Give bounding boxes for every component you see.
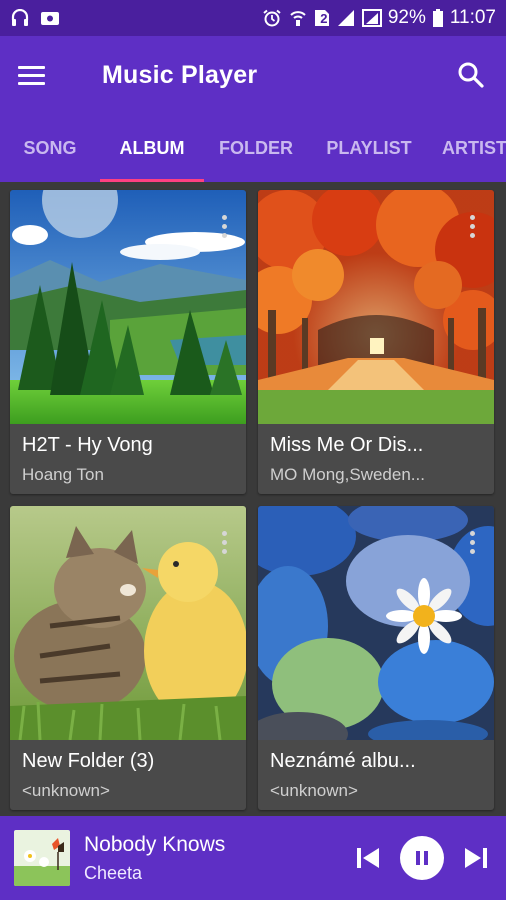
album-info: Miss Me Or Dis... MO Mong,Sweden... — [258, 424, 494, 494]
alarm-icon — [262, 9, 282, 27]
status-bar: 2 92% 11:07 — [0, 0, 506, 36]
now-playing-art-image — [14, 830, 70, 886]
album-title: New Folder (3) — [22, 750, 155, 772]
now-playing-artist: Cheeta — [84, 862, 143, 883]
signal-icon — [336, 9, 356, 27]
album-more-button[interactable] — [462, 528, 482, 556]
more-vert-icon-dot — [221, 548, 227, 554]
battery-percent: 92% — [387, 7, 426, 28]
album-artist: <unknown> — [270, 781, 358, 800]
search-icon — [458, 62, 484, 88]
pause-button[interactable] — [400, 836, 444, 880]
album-art-kitten-duckling — [10, 506, 246, 740]
more-vert-icon — [469, 530, 475, 536]
album-card[interactable]: Neznámé albu... <unknown> — [258, 506, 494, 810]
more-vert-icon-dot — [221, 223, 227, 229]
album-grid: H2T - Hy Vong Hoang Ton Miss Me Or Dis..… — [0, 182, 506, 816]
album-more-button[interactable] — [462, 212, 482, 240]
hamburger-icon-line — [18, 81, 45, 85]
tab-playlist[interactable]: PLAYLIST — [308, 114, 430, 182]
pause-icon — [416, 851, 428, 865]
album-info: Neznámé albu... <unknown> — [258, 740, 494, 810]
status-right-icons: 2 92% 11:07 — [262, 7, 496, 29]
more-vert-icon-dot — [221, 232, 227, 238]
album-card[interactable]: New Folder (3) <unknown> — [10, 506, 246, 810]
album-art-landscape — [10, 190, 246, 424]
more-vert-icon-dot — [221, 539, 227, 545]
album-artist: Hoang Ton — [22, 465, 104, 484]
wifi-calling-icon — [288, 9, 308, 27]
tab-artist[interactable]: ARTIST — [430, 114, 506, 182]
more-vert-icon-dot — [469, 539, 475, 545]
signal-r-icon — [361, 9, 382, 27]
headset-icon — [10, 9, 30, 27]
tab-label: PLAYLIST — [326, 137, 412, 158]
search-button[interactable] — [454, 58, 488, 92]
album-art-pebbles-daisy — [258, 506, 494, 740]
more-vert-icon-dot — [469, 232, 475, 238]
album-info: H2T - Hy Vong Hoang Ton — [10, 424, 246, 494]
app-bar: Music Player — [0, 36, 506, 114]
status-left-icons — [10, 9, 60, 27]
tab-label: ARTIST — [442, 137, 506, 158]
tab-folder[interactable]: FOLDER — [204, 114, 308, 182]
clock: 11:07 — [449, 7, 496, 28]
now-playing-art[interactable] — [14, 830, 70, 886]
now-playing-text[interactable]: Nobody Knows Cheeta — [84, 833, 225, 884]
skip-next-icon — [465, 848, 487, 868]
album-artist: <unknown> — [22, 781, 110, 800]
more-vert-icon-dot — [469, 548, 475, 554]
album-title: Neznámé albu... — [270, 750, 416, 772]
now-playing-bar[interactable]: Nobody Knows Cheeta — [0, 816, 506, 900]
hamburger-icon — [18, 65, 45, 69]
now-playing-title: Nobody Knows — [84, 832, 226, 856]
image-notification-icon — [40, 9, 60, 27]
skip-previous-icon — [357, 848, 379, 868]
more-vert-icon — [221, 530, 227, 536]
tab-label: SONG — [23, 137, 77, 158]
album-card[interactable]: H2T - Hy Vong Hoang Ton — [10, 190, 246, 494]
tab-bar: SONG ALBUM FOLDER PLAYLIST ARTIST — [0, 114, 506, 182]
next-button[interactable] — [458, 840, 494, 876]
tab-album[interactable]: ALBUM — [100, 114, 204, 182]
album-more-button[interactable] — [214, 528, 234, 556]
battery-icon — [432, 9, 444, 27]
previous-button[interactable] — [350, 840, 386, 876]
playback-controls — [350, 836, 494, 880]
album-info: New Folder (3) <unknown> — [10, 740, 246, 810]
album-more-button[interactable] — [214, 212, 234, 240]
menu-button[interactable] — [18, 58, 52, 92]
tab-label: FOLDER — [219, 137, 293, 158]
more-vert-icon — [221, 214, 227, 220]
tab-label: ALBUM — [119, 137, 185, 158]
hamburger-icon-line — [18, 73, 45, 77]
more-vert-icon — [469, 214, 475, 220]
album-title: Miss Me Or Dis... — [270, 434, 424, 456]
album-artist: MO Mong,Sweden... — [270, 465, 425, 484]
app-title: Music Player — [102, 60, 258, 89]
album-title: H2T - Hy Vong — [22, 434, 153, 456]
sim-label: 2 — [320, 10, 328, 26]
tab-song[interactable]: SONG — [0, 114, 100, 182]
more-vert-icon-dot — [469, 223, 475, 229]
album-art-autumn-trees — [258, 190, 494, 424]
album-card[interactable]: Miss Me Or Dis... MO Mong,Sweden... — [258, 190, 494, 494]
